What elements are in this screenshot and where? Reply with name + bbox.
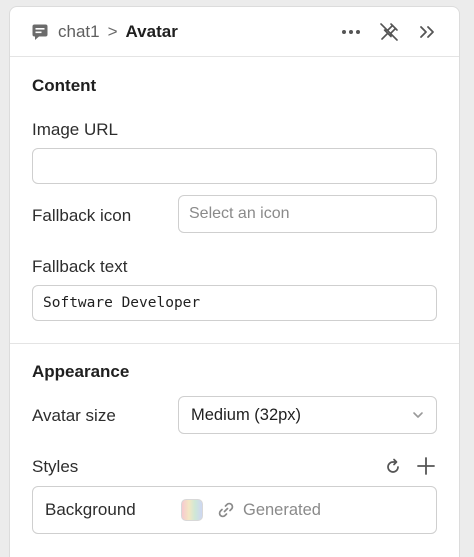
link-icon: [215, 499, 237, 521]
add-icon[interactable]: [416, 456, 436, 476]
generated-color-swatch: [181, 499, 203, 521]
image-url-input[interactable]: [32, 148, 437, 184]
inspector-panel: chat1 > Avatar Content Image URL Fallbac…: [9, 6, 460, 557]
breadcrumb-parent[interactable]: chat1: [58, 22, 100, 42]
fallback-icon-label: Fallback icon: [32, 206, 132, 225]
fallback-text-input[interactable]: Software Developer: [32, 285, 437, 321]
background-style-row[interactable]: Background Generated: [32, 486, 437, 534]
content-section-title: Content: [32, 76, 97, 95]
background-value: Generated: [243, 500, 321, 519]
appearance-section-title: Appearance: [32, 362, 130, 381]
more-horizontal-icon[interactable]: [341, 22, 361, 42]
styles-label: Styles: [32, 457, 79, 476]
fallback-icon-select[interactable]: Select an icon: [178, 195, 437, 233]
fallback-text-label: Fallback text: [32, 257, 128, 276]
chevron-down-icon: [412, 406, 424, 424]
breadcrumb-separator: >: [107, 21, 118, 41]
avatar-size-label: Avatar size: [32, 406, 116, 425]
fallback-text-value: Software Developer: [43, 295, 201, 311]
section-divider: [10, 343, 459, 344]
unpin-icon[interactable]: [379, 22, 399, 42]
panel-header: chat1 > Avatar: [10, 7, 459, 57]
avatar-size-select[interactable]: Medium (32px): [178, 396, 437, 434]
reset-icon[interactable]: [383, 457, 403, 477]
breadcrumb: chat1 > Avatar: [31, 22, 341, 42]
background-label: Background: [45, 500, 136, 519]
breadcrumb-current: Avatar: [125, 21, 178, 41]
component-icon: [31, 23, 49, 41]
avatar-size-value: Medium (32px): [191, 405, 302, 424]
fallback-icon-placeholder: Select an icon: [189, 205, 290, 222]
header-actions: [341, 22, 437, 42]
chevrons-right-icon[interactable]: [417, 22, 437, 42]
image-url-label: Image URL: [32, 120, 118, 139]
